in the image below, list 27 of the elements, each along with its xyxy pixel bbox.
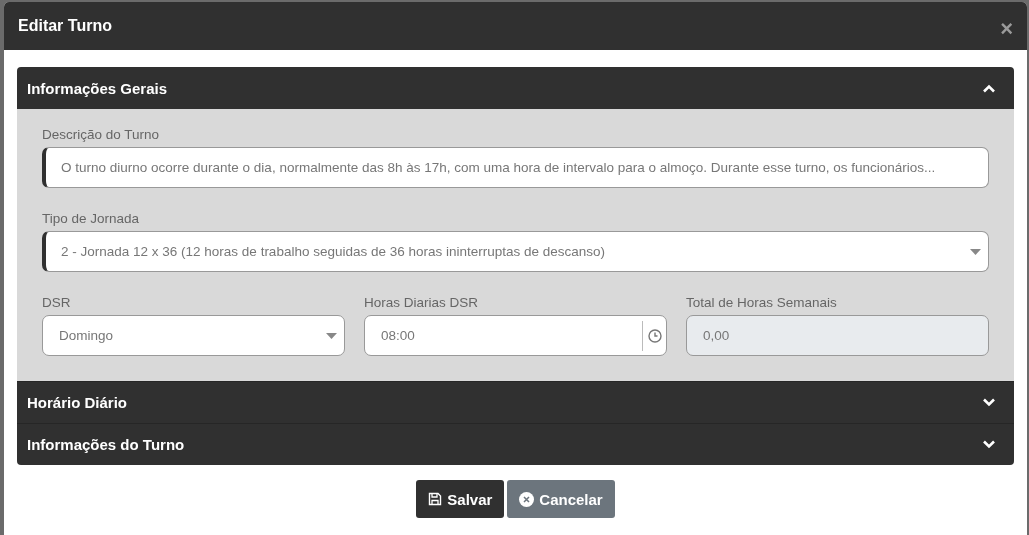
field-label: DSR — [42, 295, 72, 310]
section-title: Informações do Turno — [27, 436, 185, 453]
field-label: Horas Diarias DSR — [364, 295, 480, 310]
chevron-down-icon — [982, 398, 996, 407]
clock-icon — [647, 328, 662, 343]
accordion-header[interactable]: Informações do Turno — [17, 423, 1014, 465]
modal-title: Editar Turno — [18, 17, 112, 35]
chevron-down-icon — [982, 440, 996, 449]
cancel-button[interactable]: Cancelar — [507, 480, 615, 518]
caret-icon — [326, 332, 337, 339]
section-title: Informações Gerais — [27, 79, 168, 97]
accordion-header[interactable]: Informações Gerais — [17, 67, 1014, 109]
save-button[interactable]: Salvar — [416, 480, 505, 518]
field-label: Total de Horas Semanais — [686, 295, 838, 310]
chevron-up-icon — [982, 83, 996, 93]
time-field[interactable]: 08:00 — [364, 315, 667, 356]
select-field[interactable]: Domingo — [42, 315, 345, 356]
close-circle-icon — [519, 491, 535, 507]
field-label: Descrição do Turno — [42, 127, 161, 142]
caret-icon — [970, 248, 981, 255]
input-field: 0,00 — [686, 315, 989, 356]
select-field[interactable]: 2 - Jornada 12 x 36 (12 horas de trabalho seguidas de 36 horas ininterruptas de descanso) — [42, 231, 989, 272]
close-button[interactable]: × — [996, 18, 1017, 40]
input-field[interactable]: O turno diurno ocorre durante o dia, normalmente das 8h às 17h, com uma hora de intervalo para o almoço. Durante esse turno, os funcionários... — [42, 147, 989, 188]
accordion-header[interactable]: Horário Diário — [17, 381, 1014, 423]
field-label: Tipo de Jornada — [42, 211, 141, 226]
section-title: Horário Diário — [27, 394, 128, 411]
